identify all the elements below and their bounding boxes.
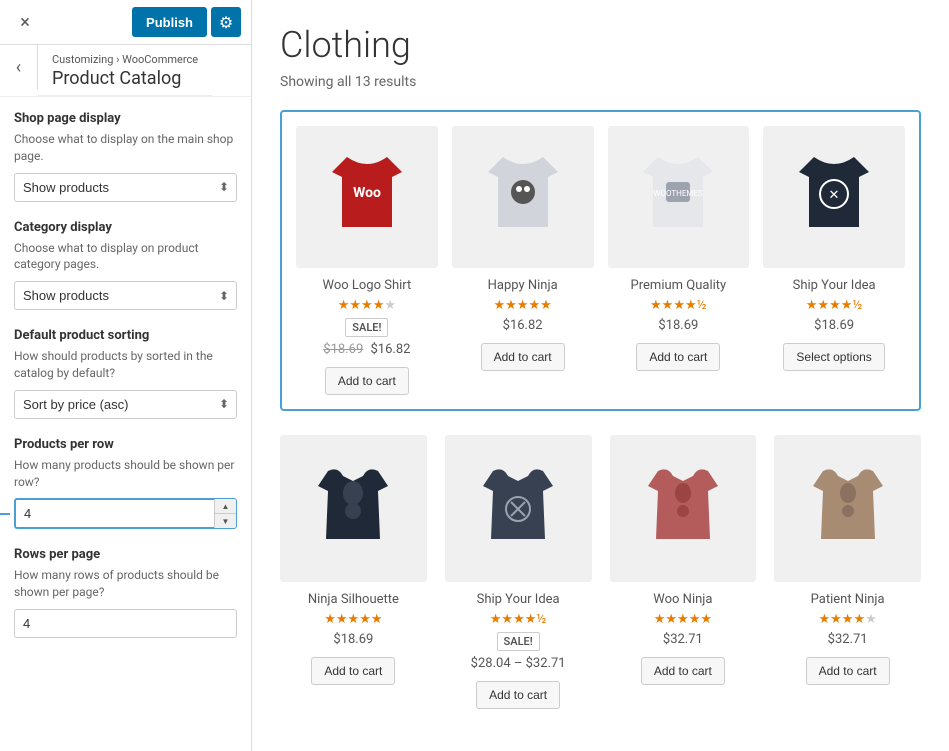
products-row-2: Ninja Silhouette ★★★★★ $18.69 Add to car… — [280, 435, 921, 709]
category-display-desc: Choose what to display on product catego… — [14, 240, 237, 274]
add-to-cart-button[interactable]: Add to cart — [806, 657, 890, 685]
add-to-cart-button[interactable]: Add to cart — [476, 681, 560, 709]
category-display-title: Category display — [14, 220, 237, 235]
product-price: $18.69 — [658, 318, 698, 333]
products-per-row-input[interactable]: 4 — [14, 498, 237, 529]
header-actions: Publish ⚙ — [132, 7, 241, 37]
product-name[interactable]: Woo Logo Shirt — [322, 278, 411, 293]
product-card: WOOTHEMES Premium Quality ★★★★½ $18.69 A… — [608, 126, 750, 395]
shop-display-select-wrapper: Show products Show categories Show categ… — [14, 173, 237, 202]
product-stars: ★★★★½ — [490, 612, 547, 627]
default-sorting-desc: How should products by sorted in the cat… — [14, 348, 237, 382]
product-image: Woo — [296, 126, 438, 268]
products-per-row-input-wrapper: 4 ▲ ▼ — [14, 498, 237, 529]
category-display-section: Category display Choose what to display … — [14, 220, 237, 311]
product-image — [610, 435, 757, 582]
section-title: Product Catalog — [52, 68, 198, 89]
rows-per-page-input-wrapper: 4 — [14, 609, 237, 638]
product-card: Woo Ninja ★★★★★ $32.71 Add to cart — [610, 435, 757, 709]
products-row-1: Woo Woo Logo Shirt ★★★★★ SALE! $18.69 $1… — [280, 110, 921, 411]
product-stars: ★★★★★ — [324, 612, 382, 627]
breadcrumb-row: ‹ Customizing › WooCommerce Product Cata… — [0, 45, 251, 97]
product-price: $18.69 — [333, 632, 373, 647]
sale-badge: SALE! — [345, 318, 388, 337]
publish-button[interactable]: Publish — [132, 7, 207, 37]
rows-per-page-desc: How many rows of products should be show… — [14, 567, 237, 601]
svg-text:✕: ✕ — [829, 188, 840, 203]
product-price: $16.82 — [503, 318, 543, 333]
default-sorting-section: Default product sorting How should produ… — [14, 328, 237, 419]
product-name[interactable]: Woo Ninja — [653, 592, 712, 607]
sale-badge: SALE! — [497, 632, 540, 651]
results-count: Showing all 13 results — [280, 74, 921, 90]
product-image: ✕ — [763, 126, 905, 268]
sidebar-header: × Publish ⚙ — [0, 0, 251, 45]
product-stars: ★★★★½ — [806, 298, 863, 313]
default-sorting-title: Default product sorting — [14, 328, 237, 343]
product-name[interactable]: Premium Quality — [631, 278, 727, 293]
product-card: Patient Ninja ★★★★★ $32.71 Add to cart — [774, 435, 921, 709]
increment-button[interactable]: ▲ — [214, 499, 236, 514]
arrow-indicator — [0, 505, 12, 523]
product-stars: ★★★★½ — [650, 298, 707, 313]
products-per-row-title: Products per row — [14, 437, 237, 452]
svg-text:WOOTHEMES: WOOTHEMES — [654, 189, 704, 198]
product-card: Happy Ninja ★★★★★ $16.82 Add to cart — [452, 126, 594, 395]
product-card: Woo Woo Logo Shirt ★★★★★ SALE! $18.69 $1… — [296, 126, 438, 395]
breadcrumb: Customizing › WooCommerce — [52, 53, 198, 66]
products-per-row-desc: How many products should be shown per ro… — [14, 457, 237, 491]
decrement-button[interactable]: ▼ — [214, 514, 236, 528]
products-per-row-section: Products per row How many products shoul… — [14, 437, 237, 530]
product-stars: ★★★★★ — [493, 298, 551, 313]
number-spinners: ▲ ▼ — [214, 499, 236, 528]
main-content: Clothing Showing all 13 results Woo Woo … — [252, 0, 949, 751]
shop-display-title: Shop page display — [14, 111, 237, 126]
shop-display-select[interactable]: Show products Show categories Show categ… — [14, 173, 237, 202]
product-image: WOOTHEMES — [608, 126, 750, 268]
product-stars: ★★★★★ — [818, 612, 876, 627]
add-to-cart-button[interactable]: Add to cart — [481, 343, 565, 371]
product-image — [452, 126, 594, 268]
product-price: $32.71 — [663, 632, 703, 647]
product-stars: ★★★★★ — [338, 298, 396, 313]
close-button[interactable]: × — [10, 7, 40, 37]
add-to-cart-button[interactable]: Add to cart — [641, 657, 725, 685]
back-button[interactable]: ‹ — [0, 45, 38, 90]
product-name[interactable]: Ship Your Idea — [793, 278, 876, 293]
add-to-cart-button[interactable]: Add to cart — [311, 657, 395, 685]
product-card: Ship Your Idea ★★★★½ SALE! $28.04 – $32.… — [445, 435, 592, 709]
product-image — [280, 435, 427, 582]
rows-per-page-title: Rows per page — [14, 547, 237, 562]
rows-per-page-section: Rows per page How many rows of products … — [14, 547, 237, 638]
product-name[interactable]: Ship Your Idea — [477, 592, 560, 607]
product-card: ✕ Ship Your Idea ★★★★½ $18.69 Select opt… — [763, 126, 905, 395]
product-price: $18.69 $16.82 — [323, 342, 410, 357]
svg-text:Woo: Woo — [353, 185, 381, 201]
shop-page-display-section: Shop page display Choose what to display… — [14, 111, 237, 202]
product-image — [445, 435, 592, 582]
product-card: Ninja Silhouette ★★★★★ $18.69 Add to car… — [280, 435, 427, 709]
product-image — [774, 435, 921, 582]
product-name[interactable]: Ninja Silhouette — [308, 592, 399, 607]
select-options-button[interactable]: Select options — [783, 343, 884, 371]
product-price: $32.71 — [828, 632, 868, 647]
product-price: $28.04 – $32.71 — [471, 656, 566, 671]
add-to-cart-button[interactable]: Add to cart — [636, 343, 720, 371]
add-to-cart-button[interactable]: Add to cart — [325, 367, 409, 395]
product-name[interactable]: Patient Ninja — [811, 592, 885, 607]
product-name[interactable]: Happy Ninja — [488, 278, 558, 293]
page-title: Clothing — [280, 24, 921, 66]
sidebar: × Publish ⚙ ‹ Customizing › WooCommerce … — [0, 0, 252, 751]
category-display-select-wrapper: Show products Show categories Show categ… — [14, 281, 237, 310]
sidebar-content: Shop page display Choose what to display… — [0, 97, 251, 751]
breadcrumb-area: Customizing › WooCommerce Product Catalo… — [38, 45, 212, 96]
rows-per-page-input[interactable]: 4 — [14, 609, 237, 638]
product-stars: ★★★★★ — [654, 612, 712, 627]
default-sorting-select-wrapper: Sort by price (asc) Sort by price (desc)… — [14, 390, 237, 419]
default-sorting-select[interactable]: Sort by price (asc) Sort by price (desc)… — [14, 390, 237, 419]
gear-button[interactable]: ⚙ — [211, 7, 241, 37]
category-display-select[interactable]: Show products Show categories Show categ… — [14, 281, 237, 310]
product-price: $18.69 — [814, 318, 854, 333]
shop-display-desc: Choose what to display on the main shop … — [14, 131, 237, 165]
